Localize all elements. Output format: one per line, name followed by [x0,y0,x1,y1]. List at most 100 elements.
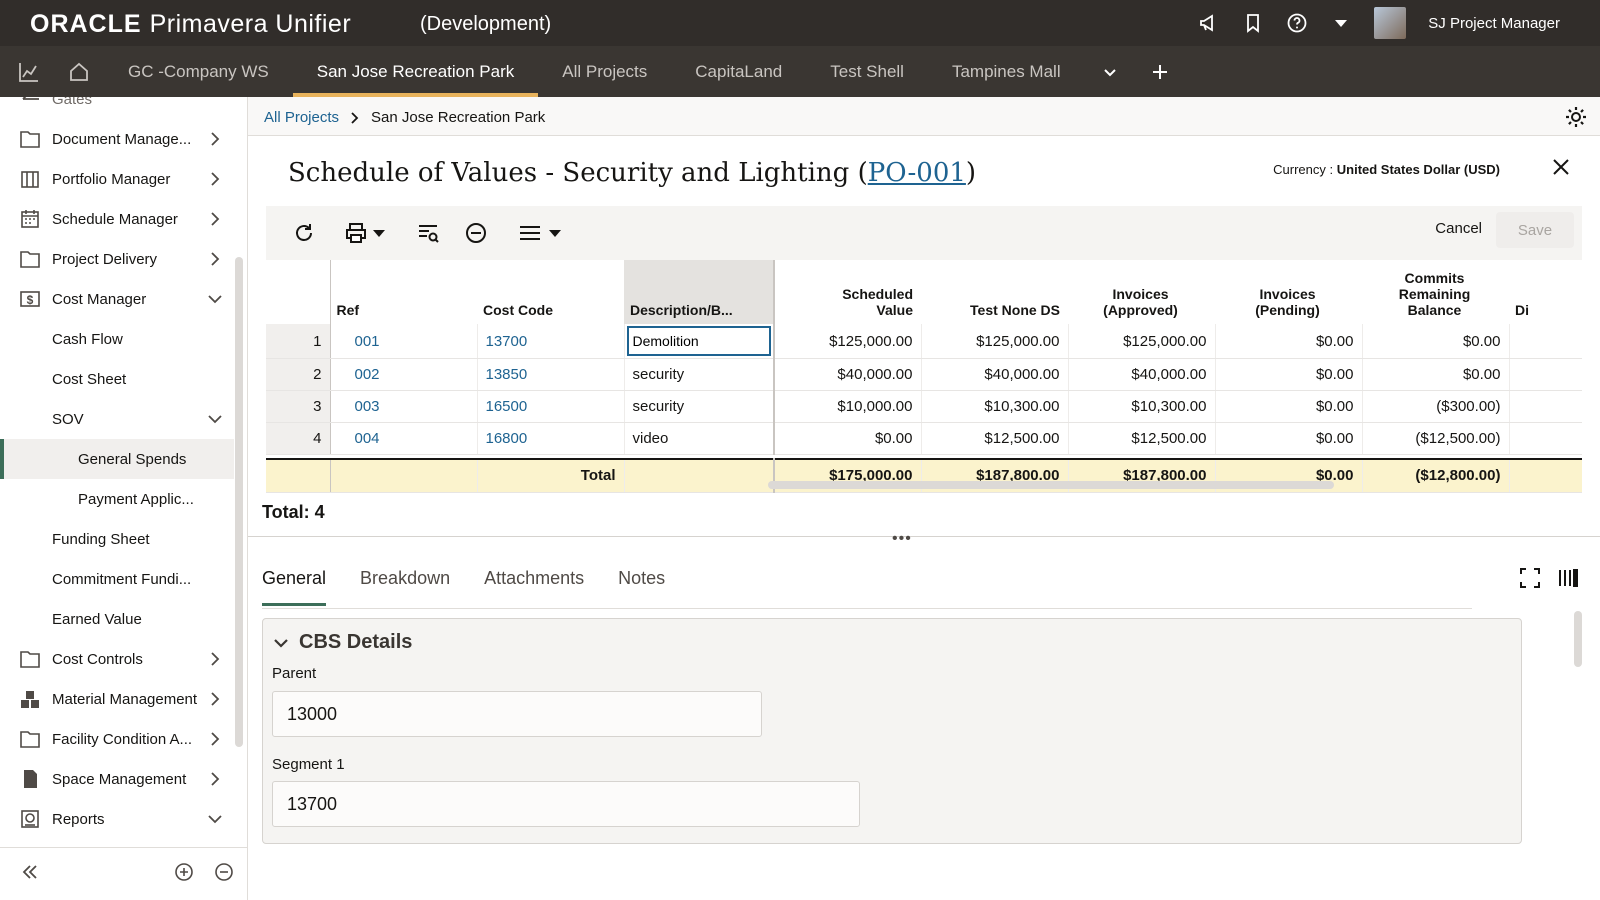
cost-code-cell[interactable]: 16500 [477,390,625,423]
tab-san-jose-recreation-park[interactable]: San Jose Recreation Park [292,46,539,97]
avatar[interactable] [1374,7,1407,39]
invoices-pending-cell[interactable]: $0.00 [1215,422,1363,455]
sidebar-item-commitment-funding[interactable]: Commitment Fundi... [0,559,234,599]
sidebar-item-sov[interactable]: SOV [0,399,234,439]
table-row[interactable]: 4 004 16800 video $0.00 $12,500.00 $12,5… [266,422,1582,455]
description-header[interactable]: Description/B... [624,260,775,324]
tab-all-projects[interactable]: All Projects [538,46,671,97]
table-row[interactable]: 2 002 13850 security $40,000.00 $40,000.… [266,358,1582,391]
scheduled-value-cell[interactable]: $0.00 [774,422,922,455]
invoices-pending-header[interactable]: Invoices (Pending) [1215,260,1362,324]
sidebar-item-schedule-manager[interactable]: Schedule Manager [0,199,234,239]
add-tab-icon[interactable] [1135,46,1185,97]
sidebar-item-cost-sheet[interactable]: Cost Sheet [0,359,234,399]
analytics-icon[interactable] [4,46,54,97]
sidebar-scrollbar[interactable] [235,257,243,747]
scheduled-value-cell[interactable]: $40,000.00 [774,358,922,391]
sidebar-item-portfolio-manager[interactable]: Portfolio Manager [0,159,234,199]
test-none-cell[interactable]: $12,500.00 [921,422,1069,455]
sidebar-item-project-delivery[interactable]: Project Delivery [0,239,234,279]
commits-remaining-cell[interactable]: ($12,500.00) [1362,422,1510,455]
sidebar-item-gates[interactable]: Gates [0,97,234,119]
commits-remaining-cell[interactable]: $0.00 [1362,324,1510,359]
collapse-all-icon[interactable] [214,862,234,887]
sidebar-item-earned-value[interactable]: Earned Value [0,599,234,639]
sidebar-item-funding-sheet[interactable]: Funding Sheet [0,519,234,559]
invoices-approved-cell[interactable]: $125,000.00 [1068,324,1216,359]
tab-general[interactable]: General [262,550,327,606]
grid-horizontal-scrollbar[interactable] [768,481,1334,489]
find-icon[interactable] [416,221,440,245]
tab-test-shell[interactable]: Test Shell [806,46,928,97]
gear-icon[interactable] [1564,105,1588,129]
tab-attachments[interactable]: Attachments [484,550,584,606]
description-cell[interactable]: security [624,358,775,391]
sidebar-item-space-management[interactable]: Space Management [0,759,234,799]
sidebar-item-cost-manager[interactable]: $ Cost Manager [0,279,234,319]
commits-remaining-cell[interactable]: $0.00 [1362,358,1510,391]
menu-dropdown-icon[interactable] [548,221,562,245]
sidebar-item-cost-controls[interactable]: Cost Controls [0,639,234,679]
fullscreen-icon[interactable] [1518,566,1542,595]
tab-gc-company-ws[interactable]: GC -Company WS [104,46,293,97]
test-none-cell[interactable]: $10,300.00 [921,390,1069,423]
ref-cell[interactable]: 002 [330,358,478,391]
save-button[interactable]: Save [1496,212,1574,248]
refresh-icon[interactable] [292,221,316,245]
column-layout-icon[interactable] [1556,566,1580,595]
invoices-approved-cell[interactable]: $40,000.00 [1068,358,1216,391]
sidebar-item-general-spends[interactable]: General Spends [0,439,234,479]
tab-notes[interactable]: Notes [618,550,665,606]
help-dropdown-icon[interactable] [1330,12,1352,34]
expand-all-icon[interactable] [174,862,194,887]
sidebar-item-material-management[interactable]: Material Management [0,679,234,719]
next-column-header[interactable]: Di [1509,260,1582,324]
segment-1-field[interactable]: 13700 [272,781,860,827]
user-name[interactable]: SJ Project Manager [1428,15,1560,32]
commits-remaining-cell[interactable]: ($300.00) [1362,390,1510,423]
sidebar-item-payment-applications[interactable]: Payment Applic... [0,479,234,519]
detail-vertical-scrollbar[interactable] [1574,611,1582,667]
next-cell[interactable] [1509,390,1582,423]
parent-field[interactable]: 13000 [272,691,762,737]
invoices-pending-cell[interactable]: $0.00 [1215,324,1363,359]
invoices-approved-cell[interactable]: $10,300.00 [1068,390,1216,423]
panel-splitter[interactable] [248,536,1600,537]
print-dropdown-icon[interactable] [372,221,386,245]
description-cell[interactable]: video [624,422,775,455]
more-tabs-chevron-icon[interactable] [1085,46,1135,97]
table-row[interactable]: 3 003 16500 security $10,000.00 $10,300.… [266,390,1582,423]
test-none-cell[interactable]: $40,000.00 [921,358,1069,391]
scheduled-value-cell[interactable]: $125,000.00 [774,324,922,359]
menu-icon[interactable] [518,221,542,245]
oracle-logo[interactable]: ORACLE Primavera Unifier [30,10,351,39]
cost-code-cell[interactable]: 13700 [477,324,625,359]
remove-icon[interactable] [464,221,488,245]
table-row[interactable]: 1 001 13700 $125,000.00 $125,000.00 $125… [266,324,1582,359]
next-cell[interactable] [1509,422,1582,455]
tab-tampines-mall[interactable]: Tampines Mall [928,46,1085,97]
scheduled-value-cell[interactable]: $10,000.00 [774,390,922,423]
ref-cell[interactable]: 003 [330,390,478,423]
help-icon[interactable] [1286,12,1308,34]
cbs-details-header[interactable]: CBS Details [273,631,412,654]
sidebar-item-facility-condition[interactable]: Facility Condition A... [0,719,234,759]
test-none-cell[interactable]: $125,000.00 [921,324,1069,359]
next-cell[interactable] [1509,358,1582,391]
sidebar-item-document-manager[interactable]: Document Manage... [0,119,234,159]
cost-code-cell[interactable]: 16800 [477,422,625,455]
test-none-ds-header[interactable]: Test None DS [921,260,1068,324]
collapse-sidebar-icon[interactable] [20,862,40,887]
description-cell[interactable]: security [624,390,775,423]
sidebar-item-cash-flow[interactable]: Cash Flow [0,319,234,359]
invoices-approved-header[interactable]: Invoices (Approved) [1068,260,1215,324]
close-icon[interactable] [1550,156,1572,178]
commits-remaining-header[interactable]: Commits Remaining Balance [1362,260,1509,324]
invoices-pending-cell[interactable]: $0.00 [1215,390,1363,423]
ref-cell[interactable]: 004 [330,422,478,455]
cancel-button[interactable]: Cancel [1435,220,1482,237]
home-icon[interactable] [54,46,104,97]
tab-breakdown[interactable]: Breakdown [360,550,450,606]
announcement-icon[interactable] [1198,12,1220,34]
sidebar-item-reports[interactable]: Reports [0,799,234,839]
